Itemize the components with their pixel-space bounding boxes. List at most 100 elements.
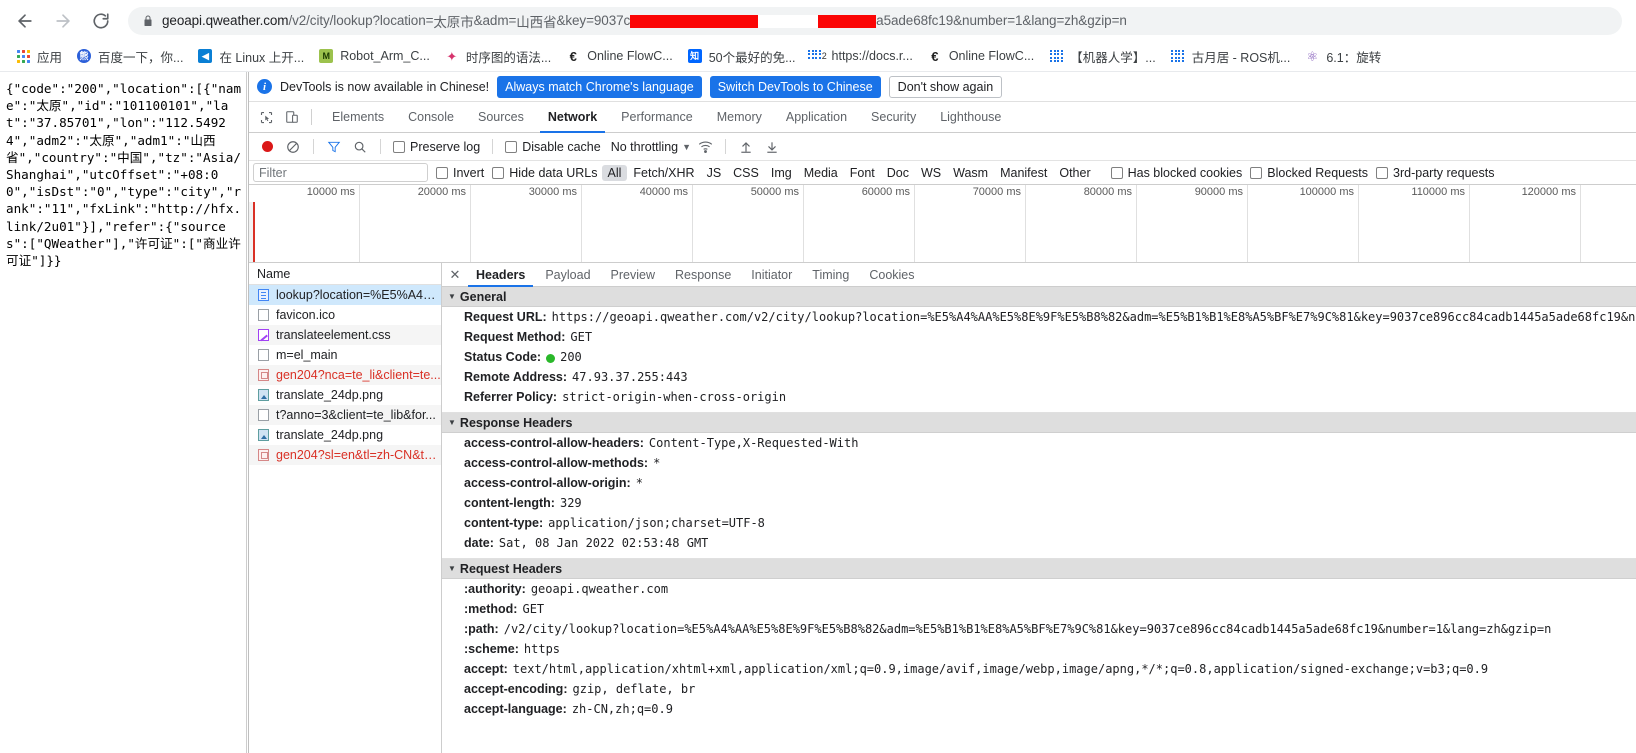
export-har-icon[interactable] — [760, 136, 784, 158]
dont-show-again-button[interactable]: Don't show again — [888, 75, 1003, 98]
table-row[interactable]: gen204?nca=te_li&client=te... — [249, 365, 441, 385]
throttling-select[interactable]: No throttling ▼ — [611, 140, 691, 154]
filter-type-wasm[interactable]: Wasm — [947, 165, 994, 181]
switch-to-chinese-button[interactable]: Switch DevTools to Chinese — [709, 75, 881, 98]
bookmark-linux[interactable]: ◀ 在 Linux 上开... — [190, 44, 311, 68]
bookmarks-bar: 应用 熊 百度一下，你... ◀ 在 Linux 上开... M Robot_A… — [0, 41, 1636, 72]
filter-type-font[interactable]: Font — [844, 165, 881, 181]
bookmark-robot-arm[interactable]: M Robot_Arm_C... — [311, 44, 437, 68]
bookmark-label: Robot_Arm_C... — [340, 49, 430, 63]
tab-security[interactable]: Security — [859, 102, 928, 133]
status-code-value: 200 — [560, 350, 582, 364]
bookmark-guyueju[interactable]: 古月居 - ROS机... — [1163, 44, 1298, 68]
filter-type-media[interactable]: Media — [798, 165, 844, 181]
header-value: /v2/city/lookup?location=%E5%A4%AA%E5%8E… — [503, 622, 1552, 636]
tab-headers[interactable]: Headers — [466, 263, 535, 287]
tab-preview[interactable]: Preview — [601, 263, 665, 287]
filter-type-other[interactable]: Other — [1053, 165, 1096, 181]
filter-type-all[interactable]: All — [601, 164, 628, 181]
tab-memory[interactable]: Memory — [705, 102, 774, 133]
header-value: text/html,application/xhtml+xml,applicat… — [512, 662, 1489, 676]
tab-lighthouse[interactable]: Lighthouse — [928, 102, 1013, 133]
filter-type-fetch-xhr[interactable]: Fetch/XHR — [627, 165, 700, 181]
blocked-requests-checkbox[interactable]: Blocked Requests — [1246, 166, 1372, 180]
dots-blue-icon — [1170, 48, 1186, 64]
bookmark-mermaid[interactable]: ✦ 时序图的语法... — [437, 44, 558, 68]
tab-console[interactable]: Console — [396, 102, 466, 133]
overview-tick-label: 90000 ms — [1194, 186, 1243, 198]
header-row: Referrer Policy: strict-origin-when-cros… — [442, 387, 1636, 407]
filter-type-js[interactable]: JS — [701, 165, 728, 181]
invert-checkbox[interactable]: Invert — [432, 166, 488, 180]
device-toolbar-icon[interactable] — [279, 104, 305, 130]
table-row[interactable]: translate_24dp.png — [249, 385, 441, 405]
has-blocked-cookies-checkbox[interactable]: Has blocked cookies — [1107, 166, 1247, 180]
import-har-icon[interactable] — [734, 136, 758, 158]
table-row[interactable]: m=el_main — [249, 345, 441, 365]
bookmark-docs[interactable]: 2 https://docs.r... — [803, 44, 920, 68]
search-icon[interactable] — [348, 136, 372, 158]
close-icon[interactable]: ✕ — [444, 264, 466, 286]
filter-type-doc[interactable]: Doc — [881, 165, 915, 181]
header-value: zh-CN,zh;q=0.9 — [571, 702, 673, 716]
table-row[interactable]: gen204?sl=en&tl=zh-CN&tex... — [249, 445, 441, 465]
table-row[interactable]: translate_24dp.png — [249, 425, 441, 445]
bookmark-apps[interactable]: 应用 — [8, 44, 69, 68]
tab-sources[interactable]: Sources — [466, 102, 536, 133]
section-general[interactable]: ▼ General — [442, 287, 1636, 307]
third-party-requests-checkbox[interactable]: 3rd-party requests — [1372, 166, 1498, 180]
table-row[interactable]: lookup?location=%E5%A4%... — [249, 285, 441, 305]
tab-timing[interactable]: Timing — [802, 263, 859, 287]
bookmark-label: 时序图的语法... — [465, 50, 552, 65]
filter-type-manifest[interactable]: Manifest — [994, 165, 1053, 181]
url-key-suffix: a5ade68fc19 — [876, 13, 954, 28]
bookmark-flowchart-2[interactable]: € Online FlowC... — [920, 44, 1041, 68]
headers-content: ▼ General Request URL: https://geoapi.qw… — [442, 287, 1636, 753]
filter-toggle-icon[interactable] — [322, 136, 346, 158]
reload-button[interactable] — [86, 6, 116, 36]
record-button[interactable] — [255, 136, 279, 158]
disable-cache-checkbox[interactable]: Disable cache — [501, 140, 605, 154]
filter-type-img[interactable]: Img — [765, 165, 798, 181]
network-overview-timeline[interactable]: 10000 ms 20000 ms 30000 ms 40000 ms 5000… — [249, 185, 1636, 263]
bookmark-robotics[interactable]: 【机器人学】... — [1041, 44, 1162, 68]
tab-performance[interactable]: Performance — [609, 102, 705, 133]
network-conditions-icon[interactable] — [693, 136, 717, 158]
address-bar[interactable]: geoapi.qweather.com/v2/city/lookup?locat… — [128, 6, 1622, 35]
bookmark-rotation[interactable]: ⚛ 6.1：旋转 — [1297, 44, 1388, 68]
header-key: accept-language: — [464, 702, 567, 716]
always-match-language-button[interactable]: Always match Chrome's language — [497, 75, 702, 98]
tab-cookies[interactable]: Cookies — [859, 263, 924, 287]
clear-button[interactable] — [281, 136, 305, 158]
filter-input[interactable] — [253, 163, 428, 182]
hide-data-urls-checkbox[interactable]: Hide data URLs — [488, 166, 601, 180]
tab-response[interactable]: Response — [665, 263, 741, 287]
section-response-headers[interactable]: ▼ Response Headers — [442, 413, 1636, 433]
bookmark-flowchart-1[interactable]: € Online FlowC... — [558, 44, 679, 68]
tab-initiator[interactable]: Initiator — [741, 263, 802, 287]
bookmark-zhihu[interactable]: 知 50个最好的免... — [680, 44, 803, 68]
preserve-log-checkbox[interactable]: Preserve log — [389, 140, 484, 154]
request-list-header[interactable]: Name — [249, 263, 441, 285]
table-row[interactable]: translateelement.css — [249, 325, 441, 345]
tab-elements[interactable]: Elements — [320, 102, 396, 133]
filter-type-ws[interactable]: WS — [915, 165, 947, 181]
filter-type-css[interactable]: CSS — [727, 165, 765, 181]
back-button[interactable] — [10, 6, 40, 36]
inspect-element-icon[interactable] — [253, 104, 279, 130]
table-row[interactable]: favicon.ico — [249, 305, 441, 325]
forward-button[interactable] — [48, 6, 78, 36]
language-banner: i DevTools is now available in Chinese! … — [249, 72, 1636, 102]
tab-network[interactable]: Network — [536, 102, 609, 133]
details-tabbar: ✕ Headers Payload Preview Response Initi… — [442, 263, 1636, 287]
hide-data-urls-label: Hide data URLs — [509, 165, 598, 180]
tab-application[interactable]: Application — [774, 102, 859, 133]
header-row: :path: /v2/city/lookup?location=%E5%A4%A… — [442, 619, 1636, 639]
atom-icon: ⚛ — [1306, 48, 1319, 64]
table-row[interactable]: t?anno=3&client=te_lib&for... — [249, 405, 441, 425]
section-request-headers[interactable]: ▼ Request Headers — [442, 559, 1636, 579]
overview-tick-label: 80000 ms — [1083, 186, 1132, 198]
tab-payload[interactable]: Payload — [535, 263, 600, 287]
bookmark-baidu[interactable]: 熊 百度一下，你... — [69, 44, 190, 68]
bookmark-label: Online FlowC... — [948, 49, 1035, 63]
